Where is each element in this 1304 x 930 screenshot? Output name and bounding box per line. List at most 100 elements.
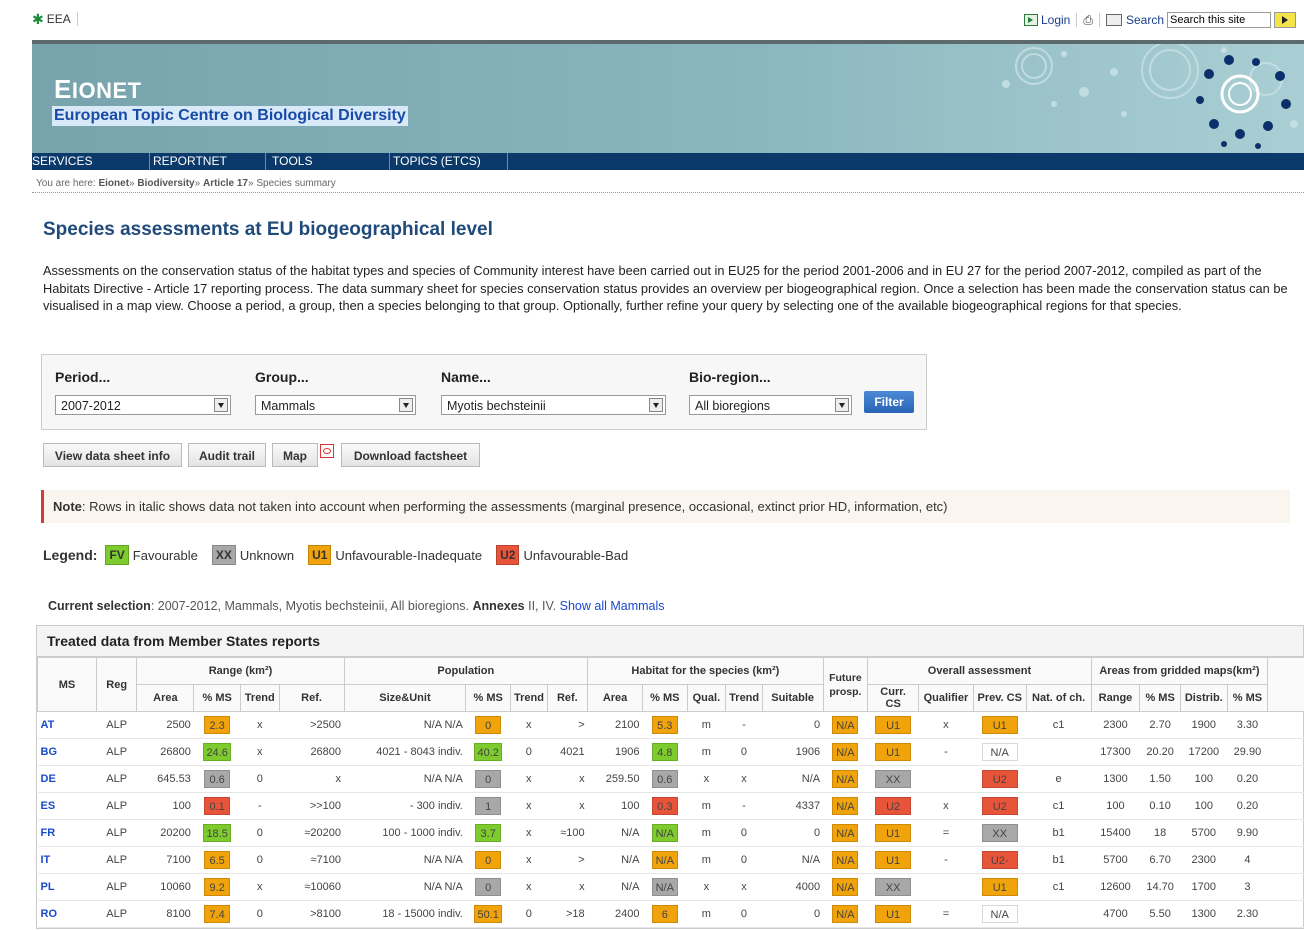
table-row: AT ALP 2500 2.3 x >2500 N/A N/A 0 x >2100 5.3 m -0 N/… [37,711,1304,739]
nav-tools[interactable]: TOOLS [266,153,390,170]
table-cell: ALP [96,873,137,901]
table-cell: > [547,846,588,874]
status-badge: 18.5 [203,824,231,842]
table-cell: 0 [240,765,280,793]
breadcrumb-item-eionet[interactable]: Eionet [98,178,129,189]
subheader-14: Qualifier [918,684,974,712]
table-cell: U2 [973,765,1027,793]
table-cell: U1 [867,900,919,928]
status-badge: XX [875,770,912,788]
table-cell: 0 [465,711,511,739]
view-data-sheet-button[interactable]: View data sheet info [43,443,182,467]
separator [1098,13,1100,27]
table-cell: - [725,792,763,820]
bioregion-label: Bio-region... [689,369,771,385]
nav-services[interactable]: SERVICES [32,153,150,170]
table-cell[interactable]: RO [37,900,97,928]
table-cell: x [687,873,726,901]
table-cell: 0 [762,900,824,928]
table-cell: x [510,873,548,901]
col-range: Range (km²) [136,657,345,685]
chevron-down-icon[interactable] [214,398,228,412]
chevron-down-icon[interactable] [835,398,849,412]
subheader-5: % MS [465,684,511,712]
table-cell [1267,711,1304,739]
nav-reportnet[interactable]: REPORTNET [150,153,266,170]
status-badge: XX [981,824,1018,842]
table-cell: - [240,792,280,820]
breadcrumb-item-biodiversity[interactable]: Biodiversity [137,178,194,189]
search-input[interactable] [1167,12,1271,28]
status-badge: U1 [875,716,912,734]
search-go-button[interactable] [1274,12,1296,28]
table-cell[interactable]: IT [37,846,97,874]
audit-trail-button[interactable]: Audit trail [188,443,266,467]
table-cell: U1 [867,738,919,766]
map-button[interactable]: Map [272,443,318,467]
table-cell[interactable]: ES [37,792,97,820]
table-cell: 1906 [587,738,643,766]
table-cell: 26800 [136,738,194,766]
table-cell: N/A N/A [344,873,466,901]
table-cell: 4.8 [642,738,688,766]
status-badge: 2.3 [204,716,231,734]
table-cell: 3.7 [465,819,511,847]
filter-button[interactable]: Filter [864,391,914,413]
site-subtitle[interactable]: European Topic Centre on Biological Dive… [52,106,408,126]
table-cell: 1 [465,792,511,820]
intro-text: Assessments on the conservation status o… [43,263,1288,313]
table-cell: 2.70 [1139,711,1181,739]
filter-panel: Period... Group... Name... Bio-region...… [41,354,927,430]
table-cell: - [725,711,763,739]
table-cell: x [725,765,763,793]
col-gridded: Areas from gridded maps(km²) [1090,657,1269,685]
col-population: Population [343,657,589,685]
login-link[interactable]: Login [1041,13,1070,27]
table-cell[interactable]: DE [37,765,97,793]
email-icon[interactable] [1105,14,1122,26]
name-select[interactable]: Myotis bechsteinii [441,395,666,415]
status-badge: U1 [981,878,1018,896]
legend-chip-u1: U1 [308,545,332,565]
site-title[interactable]: EIONET [54,74,142,105]
status-badge: N/A [651,851,678,869]
table-cell: N/A [823,765,868,793]
table-cell: - [918,846,974,874]
legend-text-xx: Unknown [239,547,295,563]
table-cell[interactable]: AT [37,711,97,739]
login-icon[interactable] [1023,14,1038,26]
print-icon[interactable]: ⎙ [1083,13,1093,28]
table-cell: 0 [465,846,511,874]
show-all-link[interactable]: Show all Mammals [560,599,665,613]
table-cell: ALP [96,765,137,793]
nav-topics[interactable]: TOPICS (ETCS) [390,153,508,170]
group-select[interactable]: Mammals [255,395,416,415]
chevron-down-icon[interactable] [399,398,413,412]
table-cell: 3 [1227,873,1268,901]
table-cell: 2300 [1091,711,1140,739]
period-select[interactable]: 2007-2012 [55,395,231,415]
table-cell: b1 [1026,819,1092,847]
table-cell: >2500 [279,711,345,739]
bioregion-select[interactable]: All bioregions [689,395,852,415]
table-cell: 2.30 [1227,900,1268,928]
table-cell[interactable]: FR [37,819,97,847]
chevron-down-icon[interactable] [649,398,663,412]
breadcrumb-item-article17[interactable]: Article 17 [203,178,248,189]
subheader-2: Trend [240,684,280,712]
table-cell: x [687,765,726,793]
table-cell[interactable]: PL [37,873,97,901]
table-cell: m [687,819,726,847]
table-cell: 7.4 [193,900,241,928]
table-cell[interactable]: BG [37,738,97,766]
search-label: Search [1125,13,1164,27]
eea-logo[interactable]: ✱ EEA [32,12,78,26]
status-badge: U1 [981,716,1018,734]
table-cell: 100 [1091,792,1140,820]
legend-chip-xx: XX [211,545,236,565]
download-factsheet-button[interactable]: Download factsheet [341,443,480,467]
table-cell: 8100 [136,900,194,928]
table-cell: 10060 [136,873,194,901]
note-box: Note: Rows in italic shows data not take… [41,490,1290,523]
table-cell: U2 [973,792,1027,820]
